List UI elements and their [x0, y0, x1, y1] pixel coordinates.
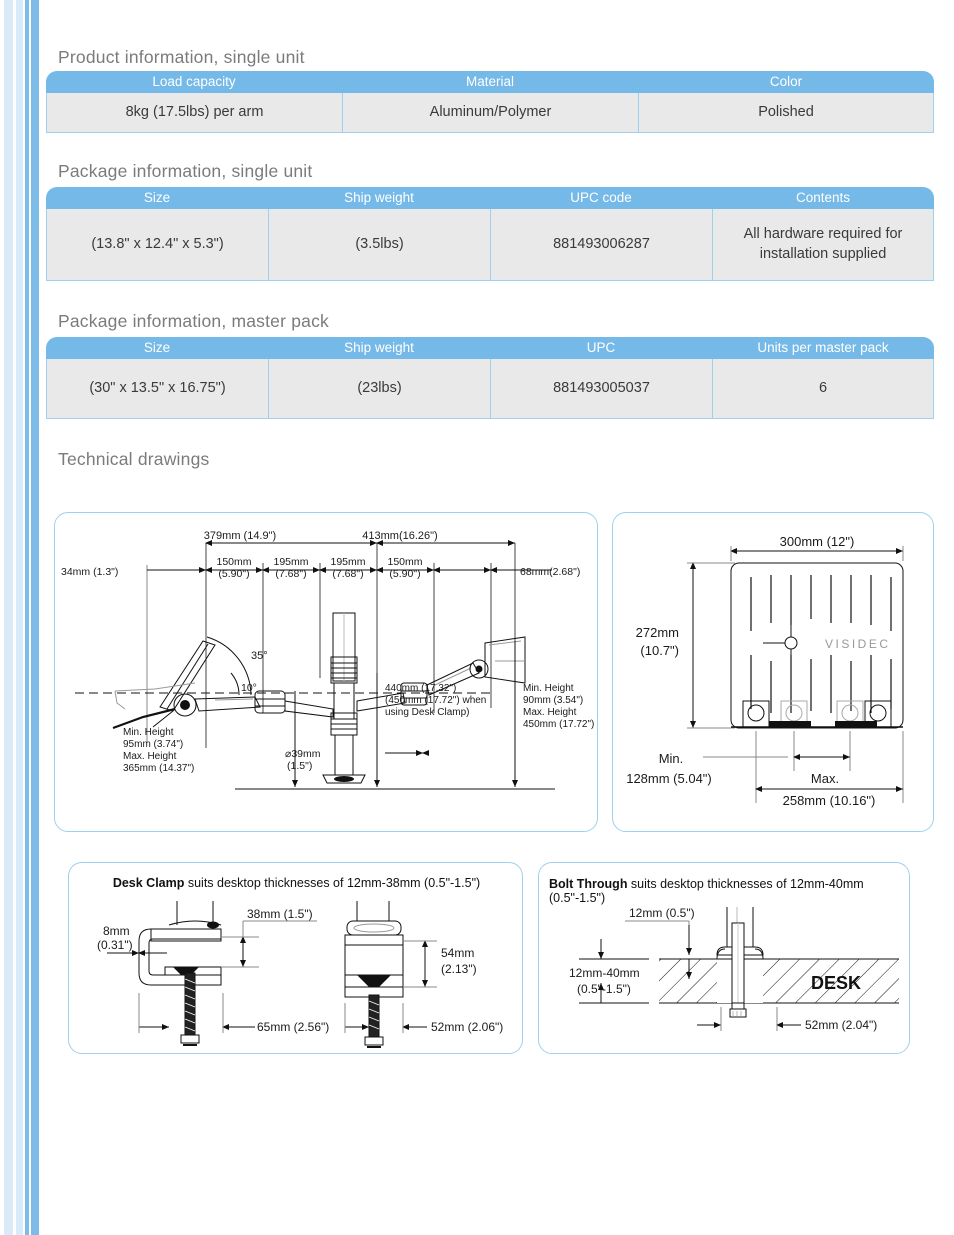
- dim-68mm: 68mm(2.68"): [520, 566, 580, 578]
- package-single-table: Size Ship weight UPC code Contents (13.8…: [46, 187, 934, 281]
- visidec-etch-label: VISIDEC: [825, 637, 891, 651]
- right-max-height-label: Max. Height: [523, 707, 577, 718]
- table-header-row: Size Ship weight UPC Units per master pa…: [46, 337, 934, 359]
- angle-10-label: 10°: [241, 682, 257, 694]
- dim-195mm-a-line1: 195mm: [273, 556, 308, 568]
- min-spacing-value: 128mm (5.04"): [626, 771, 712, 786]
- post-height-line2: (450mm (17.72") when: [385, 695, 486, 706]
- page-footer: atdec Atdec North America www.atdec.com …: [0, 1160, 954, 1235]
- col-header-ship-weight: Ship weight: [268, 337, 490, 359]
- right-max-height-value: 450mm (17.72"): [523, 719, 594, 730]
- front-width-dim: 300mm (12"): [780, 534, 855, 549]
- front-height-dim-line2: (10.7"): [640, 643, 679, 658]
- diameter-39mm-line1: ⌀39mm: [285, 748, 321, 760]
- desk-clamp-drawing: 8mm (0.31") 38mm (1.5") 54mm (2.13") 65m…: [97, 901, 503, 1048]
- front-view-drawing: 300mm (12") 272mm (10.7") Min. 128mm (5.…: [626, 534, 904, 808]
- stripe-pale-2: [16, 0, 23, 1235]
- technical-drawings-heading: Technical drawings: [58, 449, 210, 469]
- col-header-color: Color: [638, 71, 934, 93]
- col-header-upc-code: UPC code: [490, 187, 712, 209]
- table-header-row: Size Ship weight UPC code Contents: [46, 187, 934, 209]
- dim-413mm: 413mm(16.26"): [362, 530, 437, 542]
- stripe-blue-2: [31, 0, 39, 1235]
- cell-units-per-master-pack: 6: [713, 359, 933, 418]
- min-height-value: 95mm (3.74"): [123, 739, 183, 750]
- dim-150mm-a-line1: 150mm: [216, 556, 251, 568]
- angle-35-label: 35°: [251, 650, 268, 662]
- col-header-size: Size: [46, 187, 268, 209]
- bolt-through-panel: Bolt Through suits desktop thicknesses o…: [538, 862, 910, 1054]
- table-row: 8kg (17.5lbs) per arm Aluminum/Polymer P…: [46, 93, 934, 133]
- desk-clamp-panel: Desk Clamp suits desktop thicknesses of …: [68, 862, 523, 1054]
- table-row: (13.8" x 12.4" x 5.3") (3.5lbs) 88149300…: [46, 209, 934, 281]
- dim-54mm-line2: (2.13"): [441, 962, 477, 976]
- max-height-label: Max. Height: [123, 751, 177, 762]
- dim-52mm: 52mm (2.06"): [431, 1020, 503, 1034]
- table-header-row: Load capacity Material Color: [46, 71, 934, 93]
- dim-150mm-b-line1: 150mm: [387, 556, 422, 568]
- cell-upc-code: 881493006287: [491, 209, 713, 280]
- cell-size: (13.8" x 12.4" x 5.3"): [47, 209, 269, 280]
- dim-379mm: 379mm (14.9"): [204, 530, 276, 542]
- cell-size: (30" x 13.5" x 16.75"): [47, 359, 269, 418]
- dim-12mm: 12mm (0.5"): [629, 906, 695, 920]
- right-min-height-value: 90mm (3.54"): [523, 695, 583, 706]
- diameter-39mm-line2: (1.5"): [287, 760, 312, 772]
- bolt-through-drawing: 12mm (0.5") 12mm-40mm (0.5"-1.5") DESK 5…: [569, 906, 899, 1032]
- dim-150mm-b-line2: (5.90"): [389, 568, 420, 580]
- dim-195mm-b-line1: 195mm: [330, 556, 365, 568]
- dim-54mm-line1: 54mm: [441, 946, 474, 960]
- technical-drawing-front-view-panel: 300mm (12") 272mm (10.7") Min. 128mm (5.…: [612, 512, 934, 832]
- cell-material: Aluminum/Polymer: [343, 93, 639, 132]
- desk-label: DESK: [811, 973, 861, 993]
- dim-34mm: 34mm (1.3"): [61, 566, 118, 578]
- package-master-table: Size Ship weight UPC Units per master pa…: [46, 337, 934, 419]
- product-info-heading: Product information, single unit: [58, 47, 305, 67]
- side-view-drawing: 34mm (1.3") 379mm (14.9") 413mm(16.26") …: [61, 530, 594, 790]
- col-header-contents: Contents: [712, 187, 934, 209]
- dim-8mm-line1: 8mm: [103, 924, 130, 938]
- product-info-table: Load capacity Material Color 8kg (17.5lb…: [46, 71, 934, 133]
- cell-contents: All hardware required for installation s…: [713, 209, 933, 280]
- cell-upc: 881493005037: [491, 359, 713, 418]
- dim-65mm: 65mm (2.56"): [257, 1020, 329, 1034]
- dim-150mm-a-line2: (5.90"): [218, 568, 249, 580]
- dim-195mm-a-line2: (7.68"): [275, 568, 306, 580]
- dim-38mm: 38mm (1.5"): [247, 907, 313, 921]
- min-height-label: Min. Height: [123, 727, 174, 738]
- cell-color: Polished: [639, 93, 933, 132]
- left-decorative-stripes: [0, 0, 40, 1235]
- post-height-line1: 440mm (17.32"): [385, 683, 456, 694]
- col-header-ship-weight: Ship weight: [268, 187, 490, 209]
- package-single-heading: Package information, single unit: [58, 161, 313, 181]
- col-header-units-per-master-pack: Units per master pack: [712, 337, 934, 359]
- technical-drawing-side-view-panel: 34mm (1.3") 379mm (14.9") 413mm(16.26") …: [54, 512, 598, 832]
- max-height-value: 365mm (14.37"): [123, 763, 194, 774]
- max-spacing-value: 258mm (10.16"): [783, 793, 876, 808]
- product-spec-page: Product information, single unit Load ca…: [0, 0, 954, 1235]
- col-header-material: Material: [342, 71, 638, 93]
- min-spacing-label: Min.: [659, 751, 684, 766]
- post-height-line3: using Desk Clamp): [385, 707, 469, 718]
- stripe-pale-1: [4, 0, 13, 1235]
- dim-52mm-bolt: 52mm (2.04"): [805, 1018, 877, 1032]
- dim-8mm-line2: (0.31"): [97, 938, 133, 952]
- cell-load-capacity: 8kg (17.5lbs) per arm: [47, 93, 343, 132]
- front-height-dim-line1: 272mm: [636, 625, 679, 640]
- dim-thickness-range-line1: 12mm-40mm: [569, 966, 640, 980]
- col-header-upc: UPC: [490, 337, 712, 359]
- max-spacing-label: Max.: [811, 771, 839, 786]
- cell-ship-weight: (23lbs): [269, 359, 491, 418]
- dim-thickness-range-line2: (0.5"-1.5"): [577, 982, 631, 996]
- dim-195mm-b-line2: (7.68"): [332, 568, 363, 580]
- table-row: (30" x 13.5" x 16.75") (23lbs) 881493005…: [46, 359, 934, 419]
- col-header-size: Size: [46, 337, 268, 359]
- package-master-heading: Package information, master pack: [58, 311, 329, 331]
- stripe-blue-1: [25, 0, 29, 1235]
- col-header-load-capacity: Load capacity: [46, 71, 342, 93]
- right-min-height-label: Min. Height: [523, 683, 574, 694]
- cell-ship-weight: (3.5lbs): [269, 209, 491, 280]
